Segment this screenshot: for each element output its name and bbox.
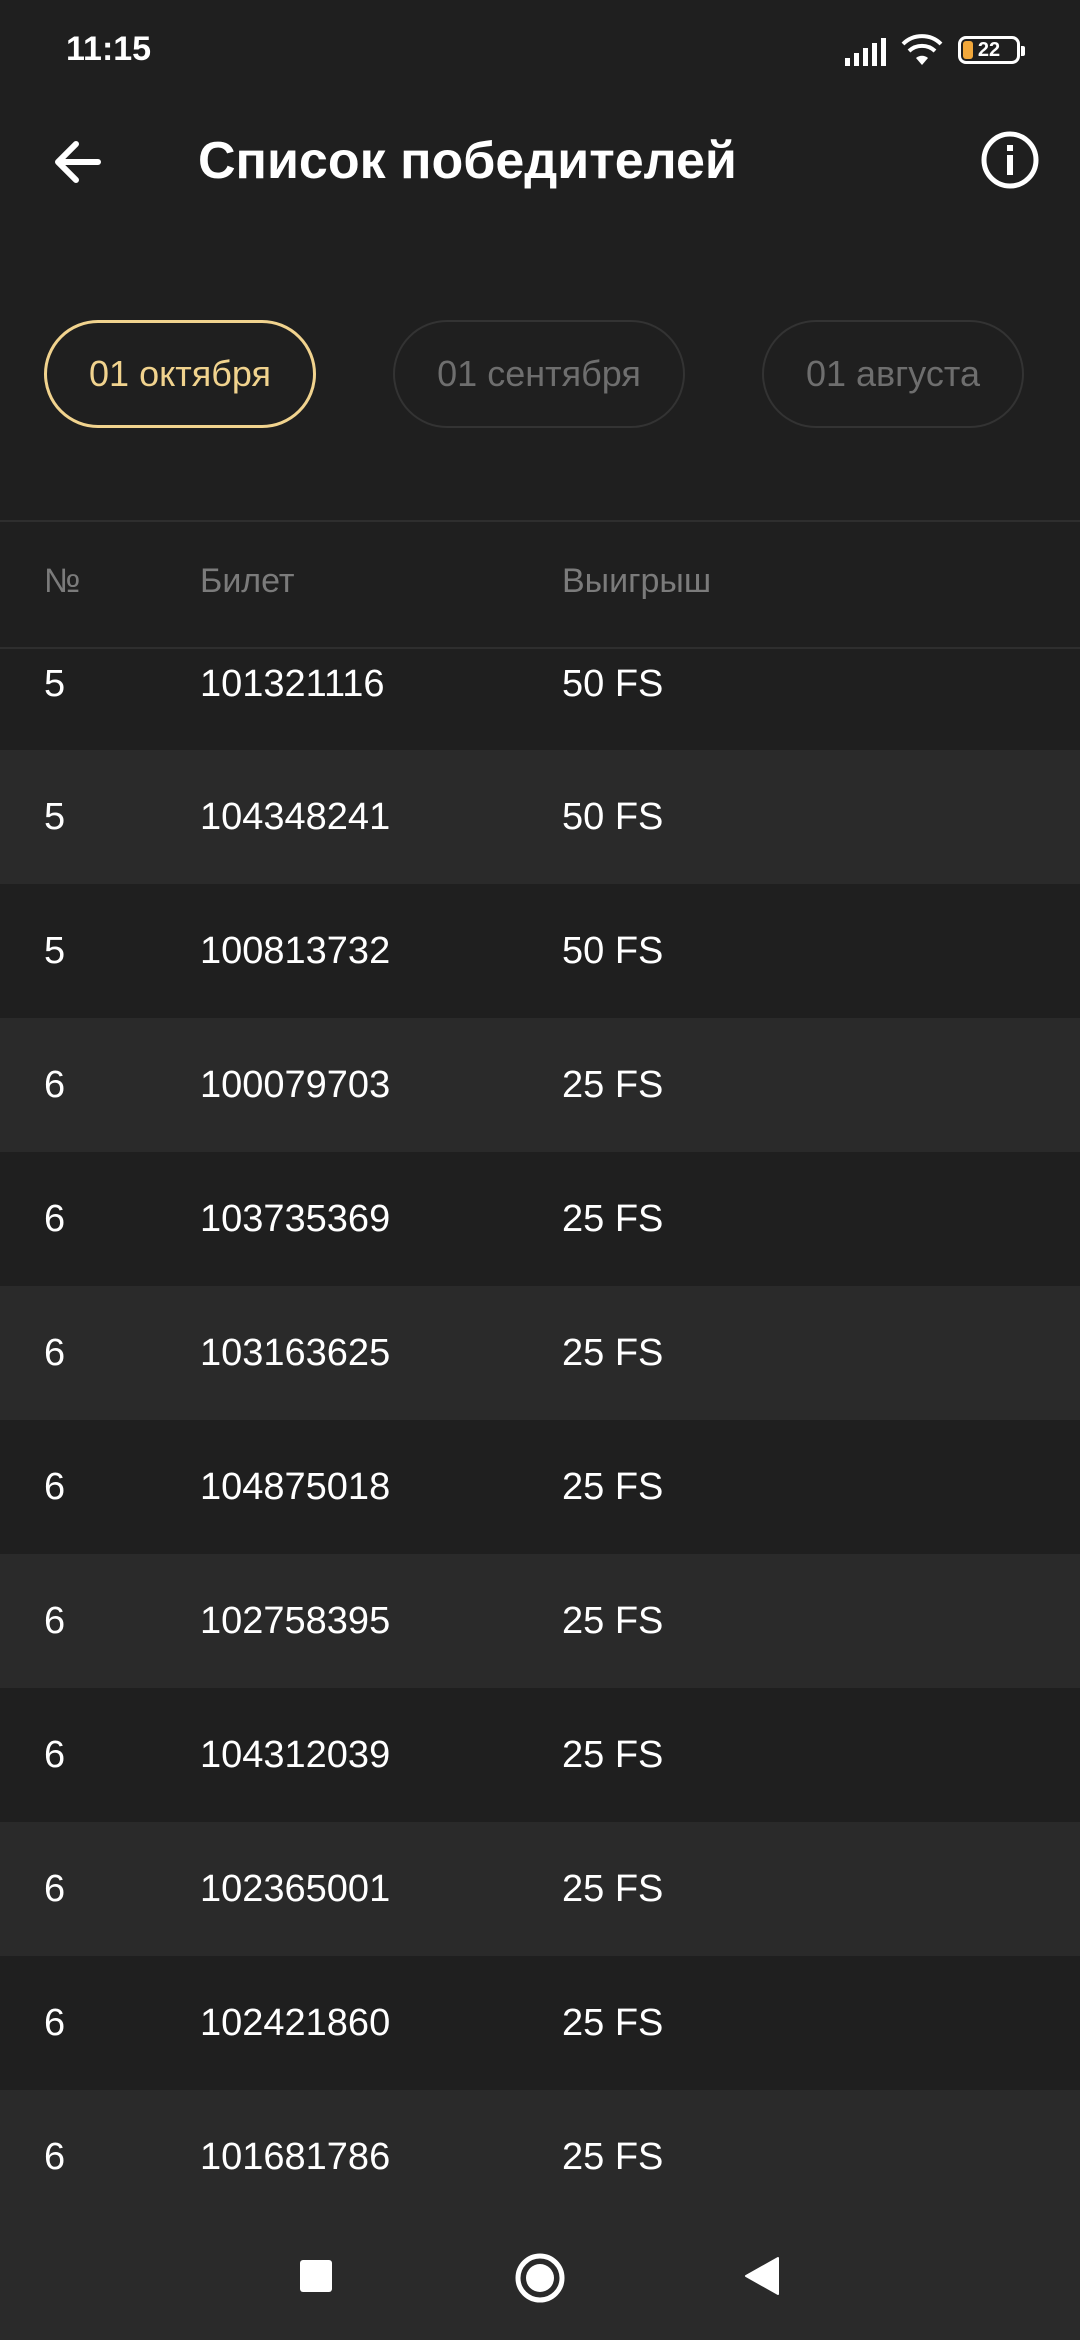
app-bar: Список победителей bbox=[0, 100, 1080, 220]
table-row: 6 104312039 25 FS bbox=[0, 1688, 1080, 1822]
cell-ticket: 101681786 bbox=[200, 2136, 391, 2178]
cell-prize: 25 FS bbox=[562, 1600, 664, 1642]
cell-ticket: 103163625 bbox=[200, 1332, 391, 1374]
table-row: 5 100813732 50 FS bbox=[0, 884, 1080, 1018]
cell-place: 5 bbox=[44, 930, 66, 972]
back-nav-button[interactable] bbox=[740, 2254, 784, 2303]
table-row: 6 103163625 25 FS bbox=[0, 1286, 1080, 1420]
column-header-ticket: Билет bbox=[200, 562, 295, 600]
cell-prize: 25 FS bbox=[562, 1064, 664, 1106]
cell-prize: 50 FS bbox=[562, 796, 664, 838]
table-row: 6 100079703 25 FS bbox=[0, 1018, 1080, 1152]
date-tabs: 01 октября 01 сентября 01 августа bbox=[0, 320, 1080, 436]
cell-prize: 50 FS bbox=[562, 663, 664, 705]
cell-place: 6 bbox=[44, 1064, 66, 1106]
home-button[interactable] bbox=[514, 2252, 566, 2309]
cell-ticket: 103735369 bbox=[200, 1198, 391, 1240]
info-icon bbox=[981, 131, 1039, 189]
battery-level: 22 bbox=[977, 38, 1001, 61]
cell-place: 6 bbox=[44, 1868, 66, 1910]
signal-icon bbox=[845, 34, 886, 66]
cell-prize: 25 FS bbox=[562, 1466, 664, 1508]
arrow-left-icon bbox=[55, 141, 101, 183]
cell-prize: 25 FS bbox=[562, 1868, 664, 1910]
tab-august[interactable]: 01 августа bbox=[762, 320, 1024, 428]
cell-ticket: 104312039 bbox=[200, 1734, 391, 1776]
cell-place: 6 bbox=[44, 1600, 66, 1642]
cell-prize: 50 FS bbox=[562, 930, 664, 972]
cell-place: 6 bbox=[44, 2136, 66, 2178]
recent-apps-button[interactable] bbox=[296, 2256, 336, 2301]
cell-ticket: 100813732 bbox=[200, 930, 391, 972]
triangle-back-icon bbox=[745, 2257, 779, 2295]
cell-ticket: 101321116 bbox=[200, 663, 385, 705]
cell-prize: 25 FS bbox=[562, 2136, 664, 2178]
wifi-icon bbox=[901, 34, 943, 65]
battery-icon: 22 bbox=[958, 36, 1025, 64]
cell-place: 6 bbox=[44, 1734, 66, 1776]
cell-ticket: 104875018 bbox=[200, 1466, 391, 1508]
status-time: 11:15 bbox=[66, 30, 152, 68]
square-icon bbox=[300, 2260, 332, 2292]
divider bbox=[0, 647, 1080, 649]
cell-place: 6 bbox=[44, 1332, 66, 1374]
cell-ticket: 102365001 bbox=[200, 1868, 391, 1910]
cell-ticket: 102421860 bbox=[200, 2002, 391, 2044]
table-row: 6 103735369 25 FS bbox=[0, 1152, 1080, 1286]
cell-ticket: 100079703 bbox=[200, 1064, 391, 1106]
back-button[interactable] bbox=[46, 130, 110, 194]
table-header: № Билет Выигрыш bbox=[0, 522, 1080, 648]
info-button[interactable] bbox=[978, 128, 1042, 192]
table-row: 5 101321116 50 FS bbox=[0, 650, 1080, 750]
cell-prize: 25 FS bbox=[562, 2002, 664, 2044]
cell-place: 5 bbox=[44, 796, 66, 838]
tab-october[interactable]: 01 октября bbox=[44, 320, 316, 428]
cell-place: 6 bbox=[44, 1466, 66, 1508]
cell-ticket: 102758395 bbox=[200, 1600, 391, 1642]
table-row: 6 102758395 25 FS bbox=[0, 1554, 1080, 1688]
circle-icon bbox=[515, 2253, 565, 2303]
cell-prize: 25 FS bbox=[562, 1734, 664, 1776]
column-header-prize: Выигрыш bbox=[562, 562, 712, 600]
cell-prize: 25 FS bbox=[562, 1332, 664, 1374]
column-header-number: № bbox=[44, 562, 81, 600]
tab-september[interactable]: 01 сентября bbox=[393, 320, 685, 428]
cell-ticket: 104348241 bbox=[200, 796, 391, 838]
table-row: 6 102421860 25 FS bbox=[0, 1956, 1080, 2090]
cell-place: 5 bbox=[44, 663, 66, 705]
status-bar: 11:15 22 bbox=[0, 0, 1080, 100]
status-icons: 22 bbox=[845, 28, 1025, 72]
table-row: 6 102365001 25 FS bbox=[0, 1822, 1080, 1956]
winners-table: 5 101321116 50 FS 5 104348241 50 FS 5 10… bbox=[0, 650, 1080, 2224]
table-row: 6 104875018 25 FS bbox=[0, 1420, 1080, 1554]
cell-place: 6 bbox=[44, 2002, 66, 2044]
page-title: Список победителей bbox=[198, 132, 737, 190]
cell-prize: 25 FS bbox=[562, 1198, 664, 1240]
system-navigation-bar bbox=[0, 2220, 1080, 2340]
table-row: 5 104348241 50 FS bbox=[0, 750, 1080, 884]
cell-place: 6 bbox=[44, 1198, 66, 1240]
table-row: 6 101681786 25 FS bbox=[0, 2090, 1080, 2224]
